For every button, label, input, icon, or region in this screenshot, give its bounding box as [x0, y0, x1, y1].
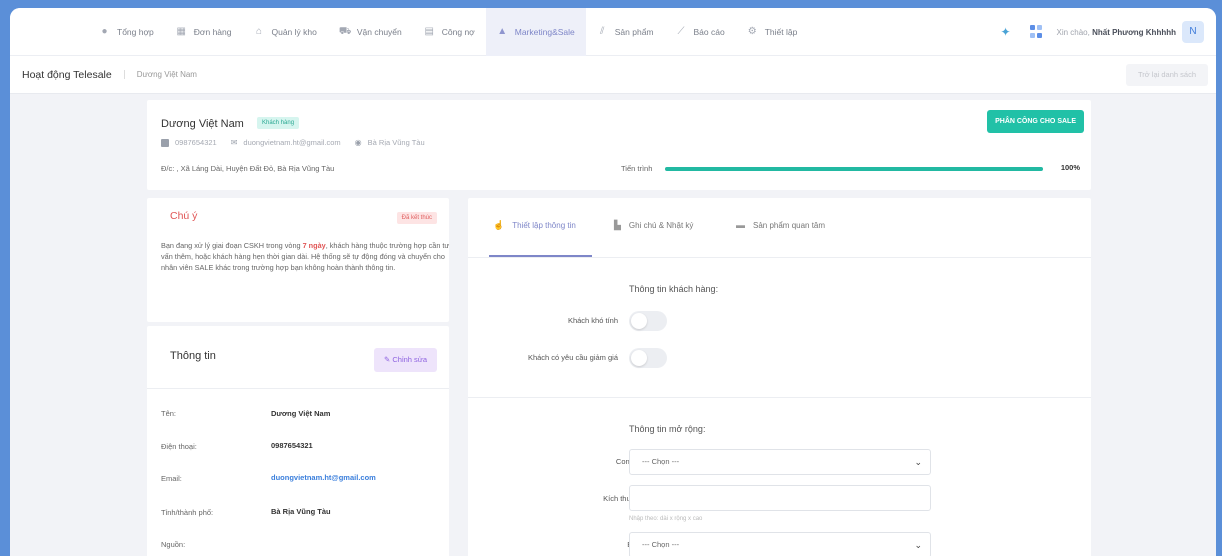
pencil-icon: ✎	[383, 355, 391, 364]
toggle-discount-label: Khách có yêu cầu giảm giá	[527, 353, 618, 362]
info-card: Thông tin ✎ Chỉnh sửa Tên: Dương Việt Na…	[147, 326, 449, 556]
progress-value: 100%	[1060, 163, 1080, 172]
altar-size-input[interactable]	[629, 485, 931, 511]
info-value-phone: 0987654321	[271, 441, 313, 450]
nav-don-hang[interactable]: ▦ Đơn hàng	[165, 8, 243, 56]
nav-quan-ly-kho[interactable]: ⌂ Quản lý kho	[242, 8, 327, 56]
nav-cong-no[interactable]: ▤ Công nợ	[413, 8, 486, 56]
note-title: Chú ý	[170, 210, 198, 222]
active-tab-indicator	[489, 255, 592, 257]
megaphone-icon: ▲	[497, 26, 508, 37]
phone-icon	[161, 138, 169, 147]
email-icon: ✉	[230, 138, 238, 147]
nav-thiet-lap[interactable]: ⚙ Thiết lập	[736, 8, 809, 56]
warehouse-icon: ⌂	[255, 26, 262, 37]
grid-icon[interactable]	[1030, 25, 1044, 39]
customer-badge: Khách hàng	[257, 117, 300, 129]
customer-email: duongvietnam.ht@gmail.com	[243, 138, 341, 147]
progress-fill	[665, 167, 1043, 171]
tab-ghi-chu-nhat-ky[interactable]: ▙ Ghi chú & Nhật ký	[614, 220, 693, 231]
info-label-name: Tên:	[161, 409, 177, 418]
hand-icon: ☝	[493, 220, 505, 230]
tab-san-pham-quan-tam[interactable]: ▬ Sản phẩm quan tâm	[736, 220, 825, 230]
nav-marketing-sale[interactable]: ▲ Marketing&Sale	[485, 8, 586, 56]
avatar[interactable]: N	[1182, 21, 1204, 43]
info-value-province: Bà Rịa Vũng Tàu	[271, 507, 331, 516]
calendar-icon: ▦	[176, 26, 186, 37]
section-extended-info-title: Thông tin mở rộng:	[629, 424, 706, 434]
tab-thiet-lap-thong-tin[interactable]: ☝ Thiết lập thông tin	[493, 220, 576, 231]
progress-bar	[665, 167, 1043, 171]
info-label-province: Tỉnh/thành phố:	[161, 508, 214, 517]
location-icon: ◉	[354, 138, 362, 147]
box-icon: ⫽	[600, 26, 605, 37]
altar-for-select[interactable]: --- Chọn --- ⌄	[629, 532, 931, 556]
note-body: Bạn đang xử lý giai đoạn CSKH trong vòng…	[161, 241, 450, 272]
settings-icon: ⚙	[747, 26, 757, 37]
top-nav: ● Tổng hợp ▦ Đơn hàng ⌂ Quản lý kho ⛟ Vận ch…	[10, 8, 1216, 56]
tab-bar: ☝ Thiết lập thông tin ▙ Ghi chú & Nhật ký …	[468, 198, 1091, 258]
toggle-difficult-customer[interactable]	[629, 311, 667, 331]
wallet-icon: ▤	[424, 26, 434, 37]
note-icon: ▙	[614, 220, 621, 230]
nav-right: ✦ Xin chào, Nhất Phương Khhhhh N	[998, 8, 1204, 56]
nav-tong-hop[interactable]: ● Tổng hợp	[88, 8, 165, 56]
chart-icon: ⟋	[677, 26, 685, 37]
app-window: ● Tổng hợp ▦ Đơn hàng ⌂ Quản lý kho ⛟ Vận ch…	[10, 8, 1216, 556]
info-label-phone: Điện thoại:	[161, 442, 197, 451]
section-customer-info-title: Thông tin khách hàng:	[629, 284, 719, 294]
info-header: Thông tin ✎ Chỉnh sửa	[147, 326, 449, 389]
customer-phone: 0987654321	[175, 138, 217, 147]
status-badge: Đã kết thúc	[396, 212, 437, 224]
customer-meta: 0987654321 ✉ duongvietnam.ht@gmail.com ◉ B…	[161, 138, 439, 147]
sub-header: Hoạt động Telesale Dương Việt Nam Trở lạ…	[10, 56, 1216, 94]
detail-panel: ☝ Thiết lập thông tin ▙ Ghi chú & Nhật ký …	[468, 198, 1091, 556]
breadcrumb[interactable]: Dương Việt Nam	[123, 70, 197, 79]
note-card: Chú ý Đã kết thúc Bạn đang xử lý giai đo…	[147, 198, 449, 322]
edit-button[interactable]: ✎ Chỉnh sửa	[373, 348, 437, 372]
chevron-down-icon: ⌄	[914, 457, 922, 467]
page-title: Hoạt động Telesale	[22, 68, 112, 81]
apps-icon[interactable]: ✦	[998, 25, 1012, 39]
toggle-difficult-label: Khách khó tính	[567, 316, 618, 325]
info-value-email[interactable]: duongvietnam.ht@gmail.com	[271, 473, 376, 482]
customer-card: Dương Việt Nam Khách hàng 0987654321 ✉ du…	[147, 100, 1091, 190]
nav-san-pham[interactable]: ⫽ Sản phẩm	[586, 8, 665, 56]
info-value-name: Dương Việt Nam	[271, 409, 331, 418]
section-divider	[468, 397, 1091, 398]
info-label-source: Nguồn:	[161, 540, 186, 549]
product-icon: ▬	[736, 220, 745, 230]
customer-province: Bà Rịa Vũng Tàu	[367, 138, 425, 147]
customer-name: Dương Việt Nam	[161, 118, 244, 130]
info-label-email: Email:	[161, 474, 182, 483]
back-to-list-button[interactable]: Trở lại danh sách	[1125, 64, 1208, 86]
info-title: Thông tin	[170, 350, 216, 362]
progress-label: Tiến trình	[621, 164, 653, 173]
nav-bao-cao[interactable]: ⟋ Báo cáo	[665, 8, 736, 56]
user-greeting: Xin chào, Nhất Phương Khhhhh	[1056, 27, 1176, 37]
toggle-discount-request[interactable]	[629, 348, 667, 368]
nav-van-chuyen[interactable]: ⛟ Vận chuyển	[328, 8, 413, 56]
assign-sale-button[interactable]: PHÂN CÔNG CHO SALE	[987, 110, 1084, 133]
circle-icon: ●	[101, 26, 108, 37]
child-order-select[interactable]: --- Chọn --- ⌄	[629, 449, 931, 475]
altar-size-hint: Nhập theo: dài x rộng x cao	[629, 516, 703, 522]
chevron-down-icon: ⌄	[914, 540, 922, 550]
customer-address: Đ/c: , Xã Láng Dài, Huyện Đất Đỏ, Bà Rịa…	[161, 164, 335, 173]
truck-icon: ⛟	[338, 26, 352, 37]
